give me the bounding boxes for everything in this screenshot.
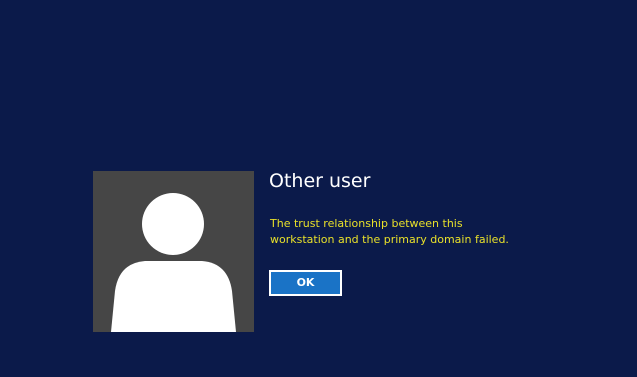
lock-screen: Other user The trust relationship betwee…: [0, 0, 637, 377]
error-message: The trust relationship between this work…: [270, 217, 509, 246]
ok-button[interactable]: OK: [269, 270, 342, 296]
user-silhouette-icon: [111, 193, 236, 332]
user-avatar: [93, 171, 254, 332]
user-name-label: Other user: [269, 170, 371, 192]
